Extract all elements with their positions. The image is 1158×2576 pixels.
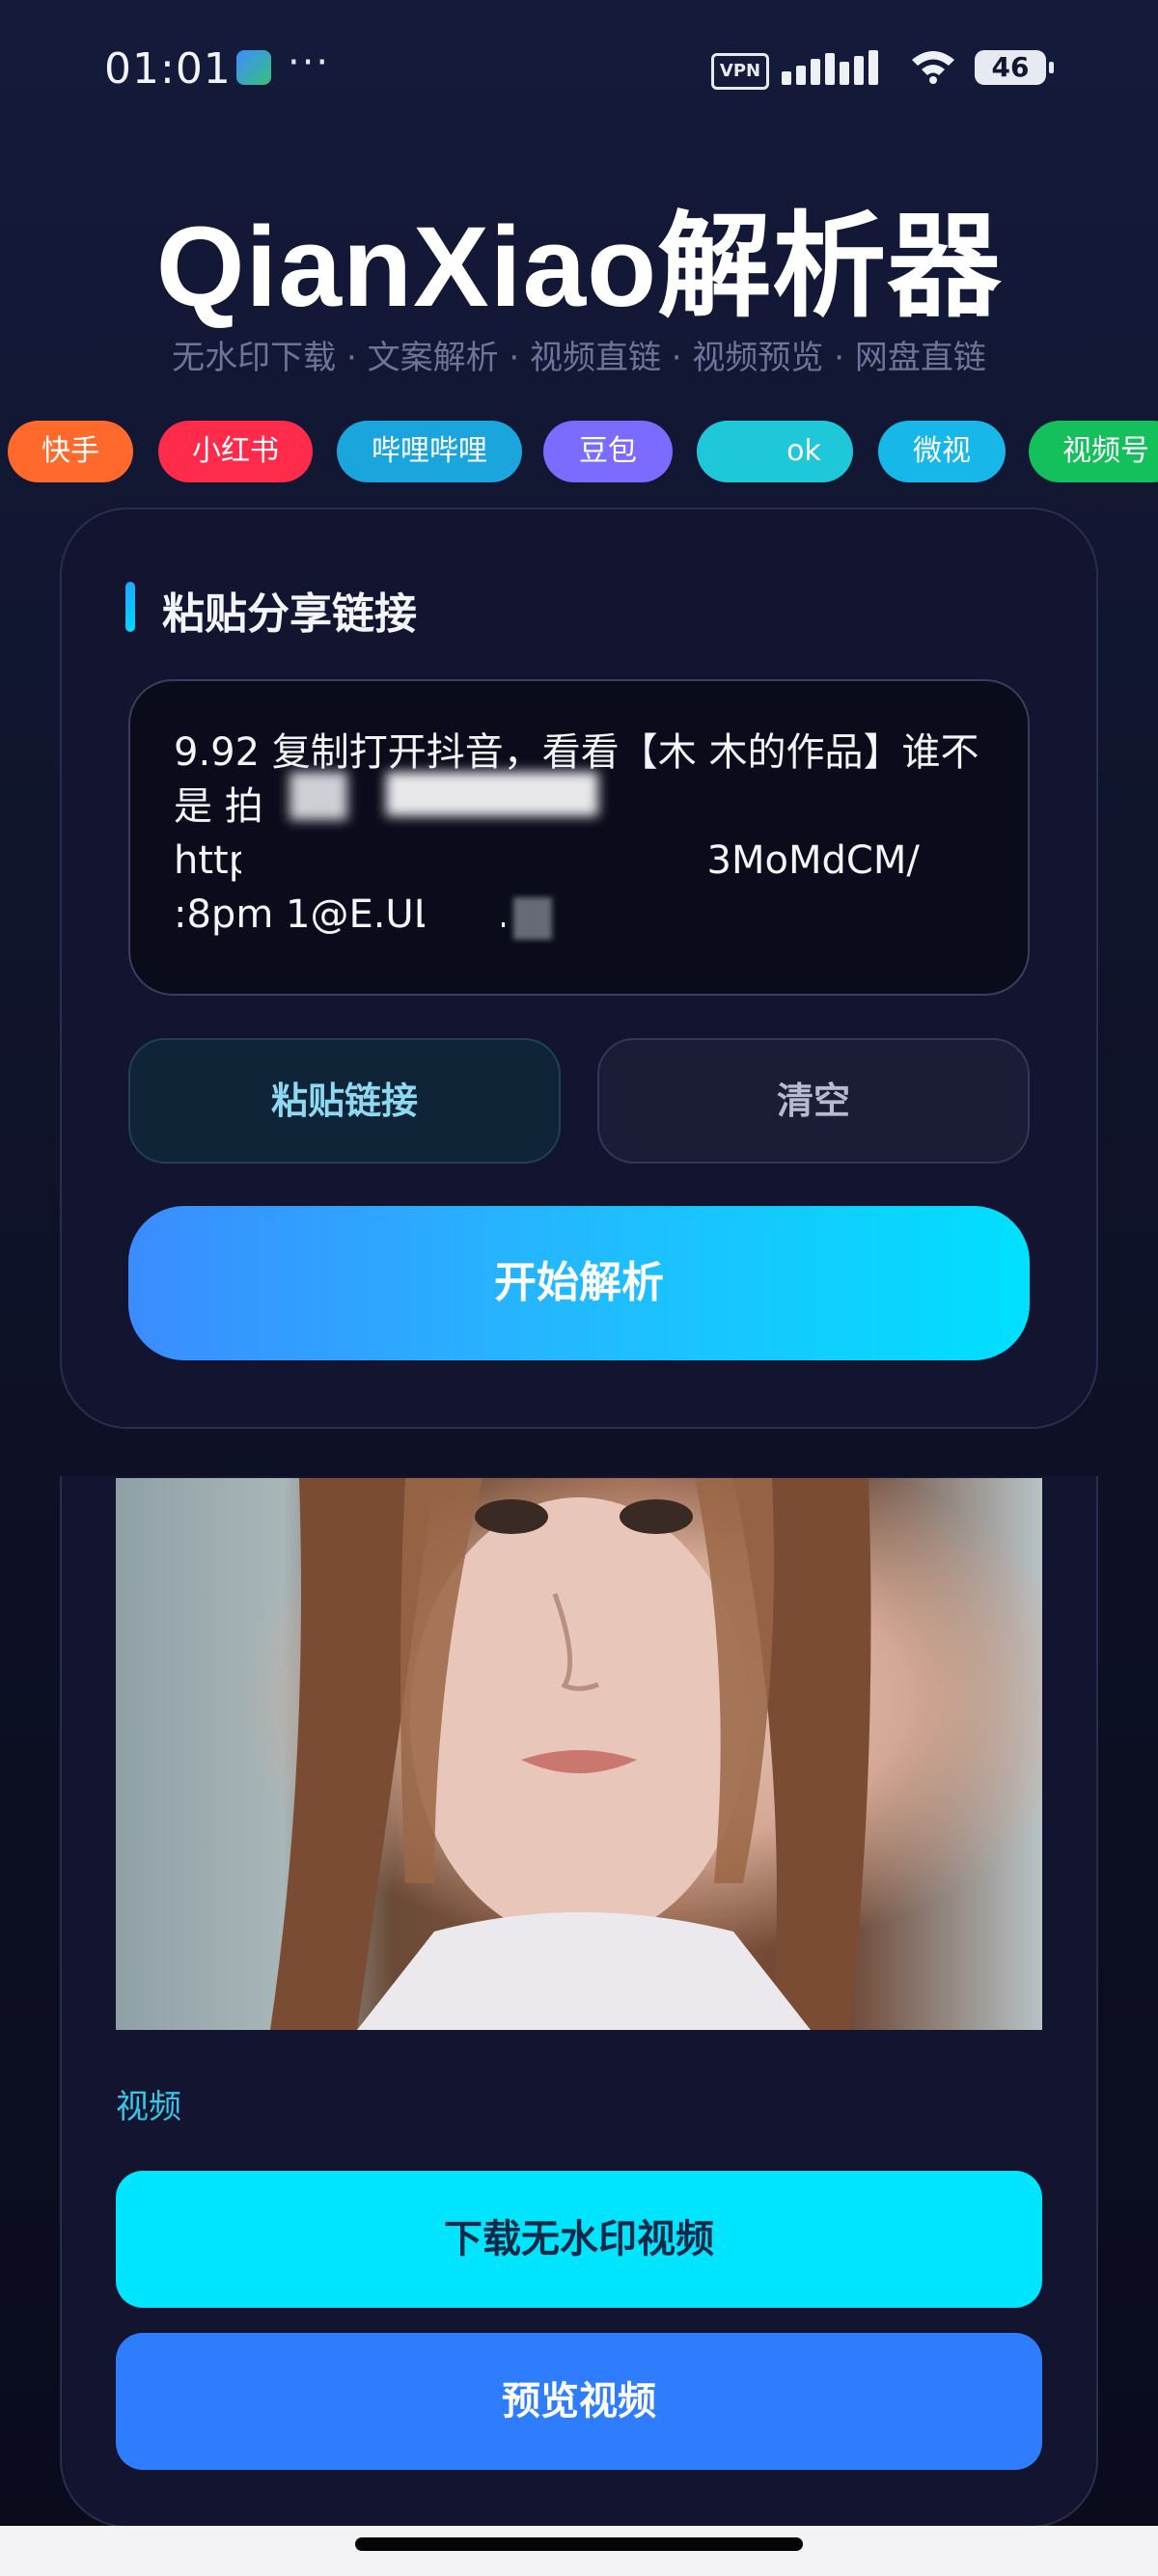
platform-chips: 快手 小红书 哔哩哔哩 豆包 ok 微视 视频号 [0, 421, 1158, 482]
status-time: 01:01 [104, 44, 232, 94]
video-thumbnail[interactable] [116, 1478, 1042, 2030]
platform-chip-kuaishou[interactable]: 快手 [8, 421, 133, 482]
home-indicator[interactable] [355, 2537, 803, 2551]
bottom-nav-strip [0, 2526, 1158, 2576]
clear-button[interactable]: 清空 [597, 1038, 1030, 1164]
download-no-watermark-button[interactable]: 下载无水印视频 [116, 2171, 1042, 2308]
media-type-label: 视频 [116, 2088, 181, 2126]
platform-chip-tiktok[interactable]: ok [697, 421, 853, 482]
platform-chip-bilibili[interactable]: 哔哩哔哩 [337, 421, 522, 482]
section-accent-bar [125, 582, 135, 632]
platform-chip-shipinhao[interactable]: 视频号 [1029, 421, 1158, 482]
redaction-mark [241, 839, 666, 897]
preview-video-button[interactable]: 预览视频 [116, 2333, 1042, 2470]
redaction-mark [386, 772, 598, 816]
platform-chip-xiaohongshu[interactable]: 小红书 [158, 421, 313, 482]
app-title: QianXiao解析器 [155, 204, 1003, 331]
start-parse-button[interactable]: 开始解析 [128, 1206, 1030, 1360]
redaction-mark [513, 897, 552, 940]
battery-icon: 46 [975, 50, 1054, 85]
app-subtitle: 无水印下载 · 文案解析 · 视频直链 · 视频预览 · 网盘直链 [172, 339, 986, 377]
signal-strength-icon [782, 46, 890, 85]
platform-chip-doubao[interactable]: 豆包 [543, 421, 673, 482]
vpn-icon: VPN [711, 53, 769, 90]
section-title: 粘贴分享链接 [162, 589, 417, 639]
wifi-icon [912, 51, 954, 84]
platform-chip-weishi[interactable]: 微视 [878, 421, 1006, 482]
gallery-app-icon [236, 50, 271, 85]
status-bar: 01:01 ··· VPN 46 [0, 0, 1158, 140]
share-link-text[interactable]: 9.92 复制打开抖音，看看【木 木的作品】谁不 是 拍 http 3MoMdC… [174, 726, 1004, 942]
redaction-mark [290, 772, 347, 820]
redaction-mark [425, 897, 502, 936]
paste-link-button[interactable]: 粘贴链接 [128, 1038, 561, 1164]
more-notifications-icon: ··· [288, 41, 331, 85]
